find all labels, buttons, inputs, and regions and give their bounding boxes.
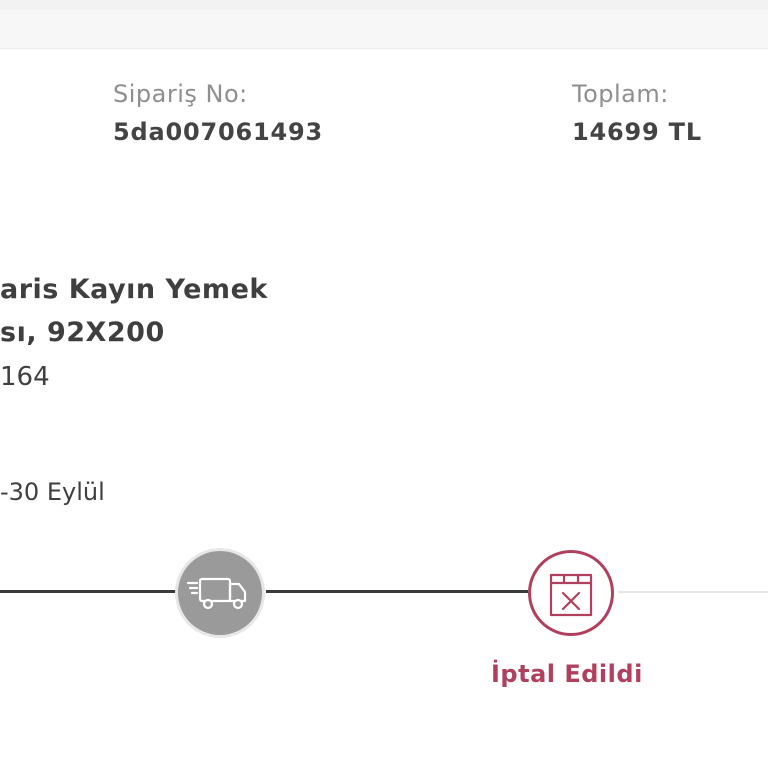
top-bar-inner — [0, 10, 768, 48]
timeline-line-1 — [0, 590, 178, 593]
delivery-date: -30 Eylül — [0, 478, 105, 506]
product-code: 164 — [0, 362, 50, 392]
order-total-label: Toplam: — [572, 80, 669, 108]
product-name-line2: sı, 92X200 — [0, 317, 165, 348]
timeline-line-3 — [618, 591, 768, 593]
product-name-line1: aris Kayın Yemek — [0, 274, 268, 305]
step-shipping — [178, 551, 262, 635]
status-cancelled-label: İptal Edildi — [491, 660, 643, 688]
step-cancelled — [528, 550, 614, 636]
top-bar — [0, 0, 768, 49]
order-number-label: Sipariş No: — [113, 80, 248, 108]
order-number-value: 5da007061493 — [113, 118, 323, 146]
order-total-value: 14699 TL — [572, 118, 702, 146]
timeline-line-2 — [266, 590, 528, 593]
